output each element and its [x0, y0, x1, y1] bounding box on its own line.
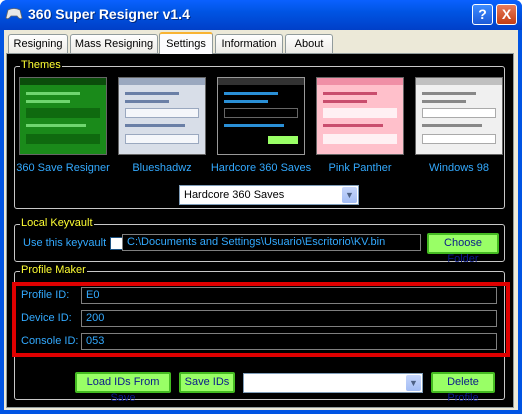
theme-select[interactable]: Hardcore 360 Saves ▼	[179, 185, 359, 205]
tab-settings[interactable]: Settings	[159, 32, 213, 54]
delete-profile-button[interactable]: Delete Profile	[431, 372, 495, 404]
profile-id-field[interactable]: E0	[81, 287, 497, 304]
title-bar[interactable]: 360 Super Resigner v1.4 ? X	[0, 0, 522, 30]
device-id-label: Device ID:	[21, 312, 72, 324]
theme-select-value: Hardcore 360 Saves	[184, 189, 285, 201]
chevron-down-icon[interactable]: ▼	[342, 187, 357, 203]
keyvault-path-field[interactable]: C:\Documents and Settings\Usuario\Escrit…	[122, 234, 421, 251]
tab-resigning[interactable]: Resigning	[8, 34, 68, 53]
choose-folder-button[interactable]: Choose Folder	[427, 233, 499, 265]
themes-group-label: Themes	[20, 59, 62, 71]
profile-select[interactable]: ▼	[243, 373, 423, 393]
themes-group: Themes 360 Save Resigner Blueshadwz Hard…	[14, 59, 505, 209]
keyvault-group-label: Local Keyvault	[20, 217, 94, 229]
theme-thumb-hardcore-360-saves[interactable]	[217, 77, 305, 155]
profile-id-label: Profile ID:	[21, 289, 70, 301]
theme-thumb-360-save-resigner[interactable]	[19, 77, 107, 155]
close-button[interactable]: X	[496, 4, 517, 25]
tab-about[interactable]: About	[285, 34, 333, 53]
device-id-field[interactable]: 200	[81, 310, 497, 327]
settings-panel: Themes 360 Save Resigner Blueshadwz Hard…	[6, 53, 514, 408]
theme-thumb-pink-panther[interactable]	[316, 77, 404, 155]
help-button[interactable]: ?	[472, 4, 493, 25]
window-title: 360 Super Resigner v1.4	[28, 6, 190, 22]
theme-thumb-blueshadwz[interactable]	[118, 77, 206, 155]
load-ids-from-save-button[interactable]: Load IDs From Save	[75, 372, 171, 404]
app-window: 360 Super Resigner v1.4 ? X Resigning Ma…	[0, 0, 522, 414]
client-area: Resigning Mass Resigning Settings Inform…	[4, 30, 518, 410]
save-ids-button[interactable]: Save IDs	[179, 372, 235, 393]
tab-mass-resigning[interactable]: Mass Resigning	[70, 34, 158, 53]
profile-maker-group-label: Profile Maker	[20, 264, 87, 276]
theme-label-windows-98[interactable]: Windows 98	[399, 162, 519, 174]
controller-icon	[5, 8, 23, 20]
use-keyvault-label: Use this keyvault	[23, 237, 107, 249]
console-id-label: Console ID:	[21, 335, 79, 347]
profile-maker-group: Profile Maker Profile ID: E0 Device ID: …	[14, 264, 505, 404]
theme-thumb-windows-98[interactable]	[415, 77, 503, 155]
chevron-down-icon[interactable]: ▼	[406, 375, 421, 391]
tab-information[interactable]: Information	[215, 34, 283, 53]
console-id-field[interactable]: 053	[81, 333, 497, 350]
keyvault-group: Local Keyvault Use this keyvault C:\Docu…	[14, 217, 505, 265]
